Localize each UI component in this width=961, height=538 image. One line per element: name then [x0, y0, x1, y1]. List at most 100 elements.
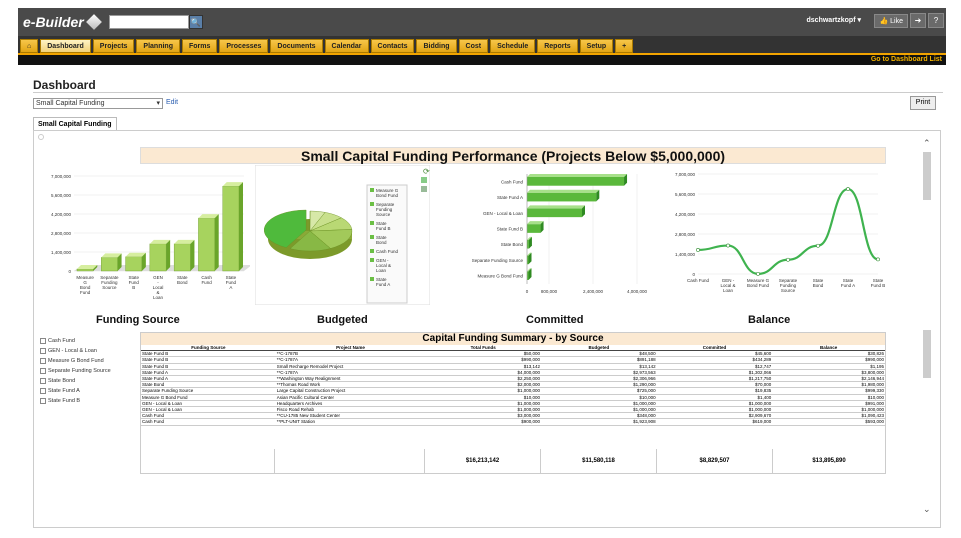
tab-small-capital-funding[interactable]: Small Capital Funding: [33, 117, 117, 130]
tab-[interactable]: +: [615, 39, 634, 53]
page-title: Dashboard: [33, 78, 96, 92]
checkbox-icon[interactable]: [40, 358, 46, 364]
x-tick-label: Fund: [80, 290, 91, 295]
checkbox-icon[interactable]: [40, 368, 46, 374]
home-icon[interactable]: ⌂: [20, 39, 39, 53]
filter-label: Cash Fund: [48, 338, 75, 344]
tab-contacts[interactable]: Contacts: [370, 39, 415, 53]
y-tick-label: 4,200,000: [675, 212, 696, 217]
refresh-icon[interactable]: [38, 134, 44, 140]
tab-reports[interactable]: Reports: [537, 39, 578, 53]
filter-item[interactable]: Measure G Bond Fund: [40, 356, 111, 366]
search-icon[interactable]: 🔍: [188, 15, 203, 29]
table-cell: $619,000: [656, 418, 773, 426]
tab-processes[interactable]: Processes: [219, 39, 269, 53]
y-tick-label: 5,600,000: [675, 192, 696, 197]
edit-link[interactable]: Edit: [166, 99, 178, 106]
logout-icon[interactable]: ➜: [910, 13, 926, 28]
x-tick-label: Loan: [153, 295, 164, 300]
x-tick-label: 4,000,000: [627, 289, 648, 294]
tab-calendar[interactable]: Calendar: [324, 39, 369, 53]
checkbox-icon[interactable]: [40, 398, 46, 404]
bar: [149, 243, 167, 272]
refresh-chart-icon[interactable]: ⟳: [423, 167, 430, 176]
help-icon[interactable]: ?: [928, 13, 944, 28]
settings-icon[interactable]: [421, 186, 427, 192]
filter-item[interactable]: State Fund B: [40, 396, 111, 406]
y-tick-label: 2,800,000: [51, 231, 72, 236]
y-tick-label: Separate Funding Source: [472, 258, 524, 263]
checkbox-icon[interactable]: [40, 378, 46, 384]
tab-projects[interactable]: Projects: [92, 39, 135, 53]
legend-label: Source: [376, 212, 391, 217]
tab-cost[interactable]: Cost: [458, 39, 489, 53]
scroll-down-icon: ⌄: [923, 504, 931, 514]
app-logo[interactable]: e-Builder: [23, 14, 102, 30]
y-tick-label: 7,000,000: [51, 174, 72, 179]
bar-side: [239, 182, 243, 271]
x-tick-label: 800,000: [541, 289, 558, 294]
y-tick-label: 1,400,000: [51, 250, 72, 255]
bar: [527, 224, 541, 233]
search-input[interactable]: [108, 15, 189, 29]
x-tick-label: Fund B: [871, 283, 886, 288]
table-cell: $900,000: [425, 418, 542, 426]
x-tick-label: Fund A: [841, 283, 855, 288]
bar: [173, 243, 191, 272]
filter-label: State Bond: [48, 378, 76, 384]
filter-item[interactable]: State Fund A: [40, 386, 111, 396]
bar-top: [527, 205, 585, 209]
y-tick-label: 7,000,000: [675, 172, 696, 177]
tab-forms[interactable]: Forms: [181, 39, 218, 53]
vertical-scrollbar[interactable]: ⌃ ⌄: [920, 138, 934, 518]
legend-swatch: [370, 221, 374, 225]
bar: [198, 217, 215, 272]
divider: [33, 92, 943, 93]
table-body: State Fund B **C-1787B $50,000 $48,500 $45,6…: [141, 350, 885, 426]
scroll-thumb-2: [923, 330, 931, 378]
table-cell: Cash Fund: [141, 418, 276, 426]
legend-swatch: [370, 235, 374, 239]
tab-dashboard[interactable]: Dashboard: [40, 39, 91, 53]
legend-label: Fund B: [376, 226, 391, 231]
user-name: dschwartzkopf: [806, 17, 856, 24]
scroll-up-icon: ⌃: [923, 138, 931, 148]
filter-item[interactable]: GEN - Local & Loan: [40, 346, 111, 356]
data-point: [756, 271, 760, 276]
user-menu[interactable]: dschwartzkopf ▾: [807, 16, 861, 24]
tab-planning[interactable]: Planning: [136, 39, 180, 53]
totals-row: $16,213,142 $11,580,118 $8,829,507 $13,895,…: [140, 449, 886, 473]
y-tick-label: 0: [68, 269, 71, 274]
bar-top: [527, 174, 628, 177]
data-point: [846, 187, 850, 191]
bar: [527, 192, 597, 202]
tab-schedule[interactable]: Schedule: [490, 39, 536, 53]
total-cell: $11,580,118: [541, 449, 657, 473]
table-cell[interactable]: **PLT-UNIT Station: [275, 418, 426, 426]
goto-dashboard-list-link[interactable]: Go to Dashboard List: [871, 56, 942, 63]
legend-swatch: [370, 258, 374, 262]
legend-label: Fund A: [376, 282, 390, 287]
bar-side: [190, 239, 195, 271]
filter-label: GEN - Local & Loan: [48, 348, 97, 354]
legend-label: Bond Fund: [376, 193, 399, 198]
checkbox-icon[interactable]: [40, 338, 46, 344]
tab-documents[interactable]: Documents: [270, 39, 323, 53]
dashboard-select[interactable]: Small Capital Funding ▾: [33, 98, 163, 109]
filter-item[interactable]: State Bond: [40, 376, 111, 386]
checkbox-icon[interactable]: [40, 388, 46, 394]
checkbox-icon[interactable]: [40, 348, 46, 354]
tab-bidding[interactable]: Bidding: [416, 39, 457, 53]
export-icon[interactable]: [421, 177, 427, 183]
dashboard-select-value: Small Capital Funding: [36, 100, 105, 107]
print-button[interactable]: Print: [910, 96, 936, 110]
total-cell: $8,829,507: [657, 449, 773, 473]
filter-item[interactable]: Cash Fund: [40, 336, 111, 346]
filter-item[interactable]: Separate Funding Source: [40, 366, 111, 376]
source-filter-list: Cash Fund GEN - Local & Loan Measure G Bon…: [40, 336, 111, 406]
bar-top: [527, 189, 600, 193]
tab-setup[interactable]: Setup: [579, 39, 614, 53]
data-point: [696, 248, 700, 252]
like-button[interactable]: 👍 Like: [874, 14, 908, 28]
chart-title-committed: Committed: [526, 314, 584, 326]
